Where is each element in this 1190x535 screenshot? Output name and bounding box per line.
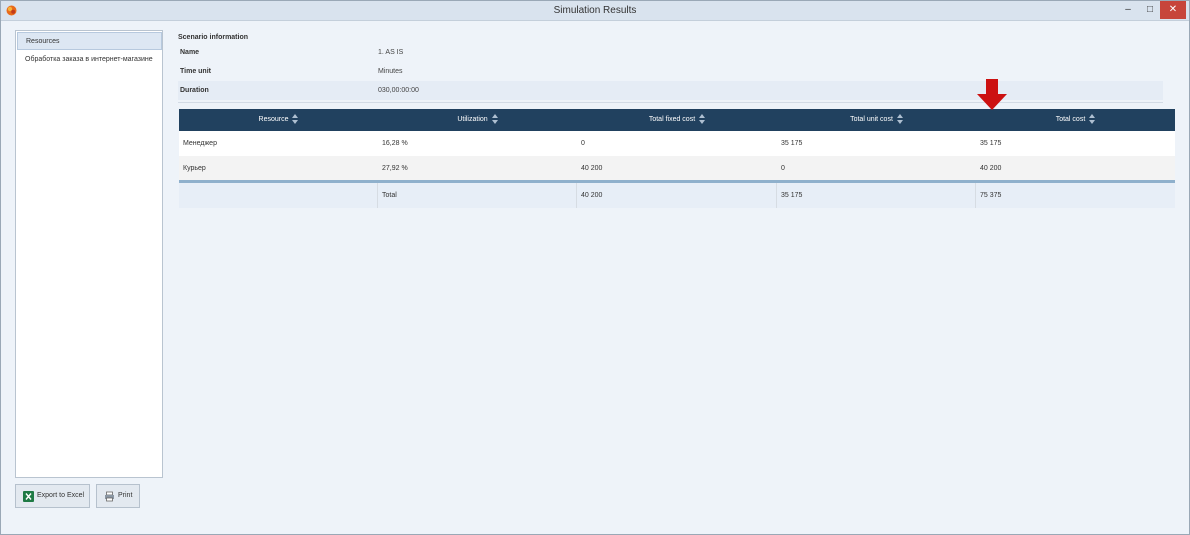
column-header-total-cost[interactable]: Total cost (976, 109, 1175, 131)
minimize-button[interactable]: – (1115, 1, 1141, 19)
duration-row: Duration 030,00:00:00 (178, 81, 1163, 100)
total-cost-cell: 40 200 (980, 165, 1002, 172)
column-header-total-fixed-cost[interactable]: Total fixed cost (577, 109, 777, 131)
table-row[interactable]: Курьер 27,92 % 40 200 0 40 200 (179, 156, 1175, 181)
table-row[interactable]: Менеджер 16,28 % 0 35 175 35 175 (179, 131, 1175, 156)
column-header-total-unit-cost[interactable]: Total unit cost (777, 109, 976, 131)
time-unit-value: Minutes (378, 68, 403, 75)
utilization-cell: 27,92 % (382, 165, 408, 172)
report-list: Resources Обработка заказа в интернет-ма… (15, 30, 163, 478)
unit-cost-cell: 35 175 (781, 140, 803, 147)
sort-icon (896, 114, 903, 125)
total-fixed-cost-cell: 40 200 (581, 192, 603, 199)
name-label: Name (180, 49, 200, 56)
scenario-name-row: Name 1. AS IS (178, 43, 1163, 62)
print-button-label: Print (118, 492, 133, 499)
duration-label: Duration (180, 87, 209, 94)
sort-icon (491, 114, 498, 125)
column-header-utilization[interactable]: Utilization (378, 109, 577, 131)
total-label-cell: Total (382, 192, 397, 199)
fixed-cost-cell: 0 (581, 140, 585, 147)
total-cost-cell: 35 175 (980, 140, 1002, 147)
total-unit-cost-cell: 35 175 (781, 192, 803, 199)
divider (178, 102, 1163, 103)
scenario-heading: Scenario information (178, 34, 249, 41)
export-button-label: Export to Excel (37, 492, 85, 499)
name-value: 1. AS IS (378, 49, 404, 56)
duration-value: 030,00:00:00 (378, 87, 419, 94)
printer-icon (105, 491, 114, 502)
sort-icon (292, 114, 299, 125)
resource-cell: Менеджер (183, 140, 217, 147)
fixed-cost-cell: 40 200 (581, 165, 603, 172)
simulation-results-window: Simulation Results – □ ✕ Resources Обраб… (0, 0, 1190, 535)
excel-icon (23, 491, 34, 502)
sidebar-item-resources[interactable]: Resources (17, 32, 162, 50)
column-header-resource[interactable]: Resource (179, 109, 378, 131)
sidebar-item-process[interactable]: Обработка заказа в интернет-магазине (17, 51, 162, 69)
time-unit-row: Time unit Minutes (178, 62, 1163, 81)
total-row: Total 40 200 35 175 75 375 (179, 183, 1175, 208)
utilization-cell: 16,28 % (382, 140, 408, 147)
time-unit-label: Time unit (180, 68, 211, 75)
grand-total-cost-cell: 75 375 (980, 192, 1002, 199)
total-empty-cell (179, 183, 183, 208)
resource-cell: Курьер (183, 165, 206, 172)
close-button[interactable]: ✕ (1160, 1, 1186, 19)
sort-icon (1089, 114, 1096, 125)
title-bar[interactable]: Simulation Results – □ ✕ (1, 1, 1189, 21)
unit-cost-cell: 0 (781, 165, 785, 172)
arrow-down-icon (977, 79, 1007, 110)
table-header: Resource Utilization Total fixed cost To… (179, 109, 1175, 131)
window-title: Simulation Results (553, 5, 637, 16)
sort-icon (699, 114, 706, 125)
export-to-excel-button[interactable]: Export to Excel (15, 484, 90, 508)
maximize-button[interactable]: □ (1141, 1, 1159, 19)
print-button[interactable]: Print (96, 484, 140, 508)
